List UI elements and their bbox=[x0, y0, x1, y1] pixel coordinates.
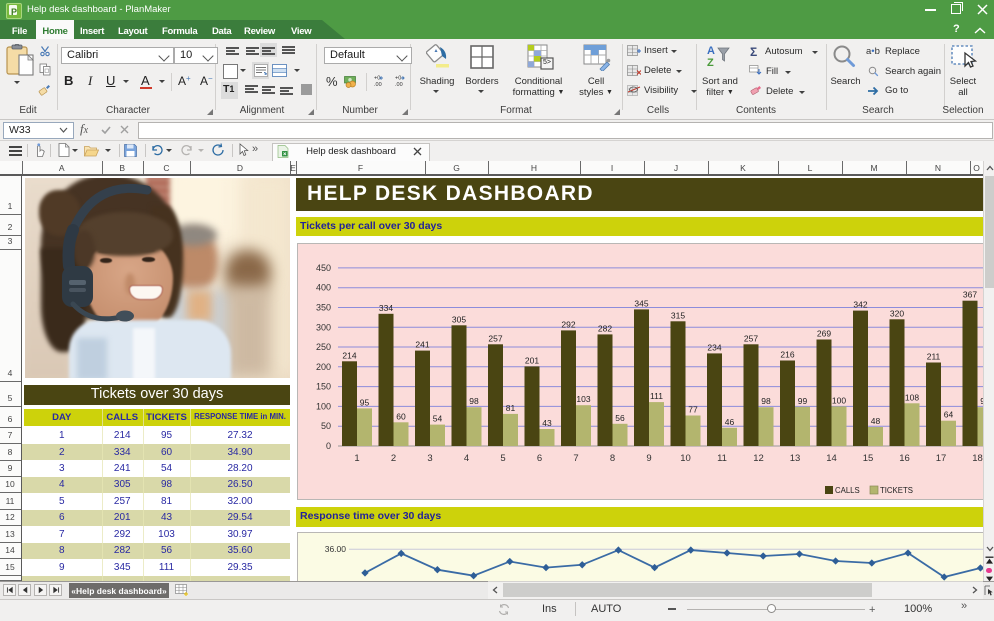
svg-text:342: 342 bbox=[853, 300, 867, 310]
svg-text:350: 350 bbox=[316, 303, 331, 313]
svg-text:36.00: 36.00 bbox=[325, 544, 347, 554]
svg-text:TICKETS: TICKETS bbox=[880, 486, 913, 495]
svg-text:108: 108 bbox=[905, 392, 919, 402]
svg-text:48: 48 bbox=[871, 416, 881, 426]
svg-text:400: 400 bbox=[316, 283, 331, 293]
svg-text:14: 14 bbox=[826, 453, 837, 464]
svg-text:98: 98 bbox=[761, 396, 771, 406]
svg-text:305: 305 bbox=[452, 314, 466, 324]
svg-text:6: 6 bbox=[537, 453, 542, 464]
svg-text:99: 99 bbox=[798, 396, 808, 406]
svg-text:2: 2 bbox=[391, 453, 396, 464]
svg-text:201: 201 bbox=[525, 355, 539, 365]
svg-text:7: 7 bbox=[573, 453, 578, 464]
svg-text:+0: +0 bbox=[395, 76, 401, 82]
svg-text:11: 11 bbox=[717, 453, 727, 464]
svg-text:100: 100 bbox=[832, 395, 846, 405]
svg-text:77: 77 bbox=[688, 405, 698, 415]
svg-text:17: 17 bbox=[936, 453, 947, 464]
svg-text:257: 257 bbox=[744, 333, 758, 343]
svg-text:111: 111 bbox=[650, 391, 663, 401]
svg-text:Z: Z bbox=[707, 57, 714, 68]
svg-text:12: 12 bbox=[753, 453, 764, 464]
svg-text:95: 95 bbox=[360, 397, 370, 407]
svg-text:CALLS: CALLS bbox=[835, 486, 860, 495]
svg-text:103: 103 bbox=[576, 394, 590, 404]
svg-text:9: 9 bbox=[646, 453, 651, 464]
svg-text:+0: +0 bbox=[374, 76, 380, 82]
svg-text:292: 292 bbox=[561, 319, 575, 329]
svg-text:241: 241 bbox=[415, 340, 429, 350]
svg-text:345: 345 bbox=[634, 298, 648, 308]
svg-text:100: 100 bbox=[316, 401, 331, 411]
svg-text:8: 8 bbox=[610, 453, 615, 464]
svg-text:13: 13 bbox=[790, 453, 801, 464]
svg-text:4: 4 bbox=[464, 453, 469, 464]
svg-text:320: 320 bbox=[890, 308, 904, 318]
svg-text:282: 282 bbox=[598, 323, 612, 333]
svg-text:3: 3 bbox=[427, 453, 432, 464]
svg-text:81: 81 bbox=[506, 403, 516, 413]
svg-text:5: 5 bbox=[500, 453, 505, 464]
svg-text:50: 50 bbox=[321, 421, 331, 431]
svg-text:.00: .00 bbox=[374, 82, 382, 87]
svg-text:150: 150 bbox=[316, 382, 331, 392]
svg-text:10: 10 bbox=[680, 453, 691, 464]
svg-text:60: 60 bbox=[396, 411, 406, 421]
svg-text:216: 216 bbox=[780, 350, 794, 360]
svg-text:18: 18 bbox=[972, 453, 983, 464]
svg-text:334: 334 bbox=[379, 303, 393, 313]
svg-text:450: 450 bbox=[316, 263, 331, 273]
svg-text:54: 54 bbox=[433, 414, 443, 424]
svg-text:269: 269 bbox=[817, 329, 831, 339]
svg-text:300: 300 bbox=[316, 322, 331, 332]
svg-text:1: 1 bbox=[354, 453, 359, 464]
svg-text:15: 15 bbox=[863, 453, 874, 464]
svg-text:98: 98 bbox=[469, 396, 479, 406]
svg-text:211: 211 bbox=[927, 352, 941, 362]
svg-text:200: 200 bbox=[316, 362, 331, 372]
svg-text:315: 315 bbox=[671, 310, 685, 320]
svg-text:250: 250 bbox=[316, 342, 331, 352]
svg-text:A: A bbox=[707, 45, 715, 57]
svg-text:64: 64 bbox=[944, 410, 954, 420]
svg-text:43: 43 bbox=[542, 418, 552, 428]
svg-text:367: 367 bbox=[963, 290, 977, 300]
svg-text:16: 16 bbox=[899, 453, 910, 464]
svg-text:56: 56 bbox=[615, 413, 625, 423]
svg-text:234: 234 bbox=[707, 342, 721, 352]
svg-text:214: 214 bbox=[342, 350, 356, 360]
svg-text:0: 0 bbox=[326, 441, 331, 451]
svg-text:46: 46 bbox=[725, 417, 735, 427]
svg-text:257: 257 bbox=[488, 333, 502, 343]
svg-text:.00: .00 bbox=[395, 82, 403, 87]
svg-text:5>: 5> bbox=[543, 59, 551, 66]
